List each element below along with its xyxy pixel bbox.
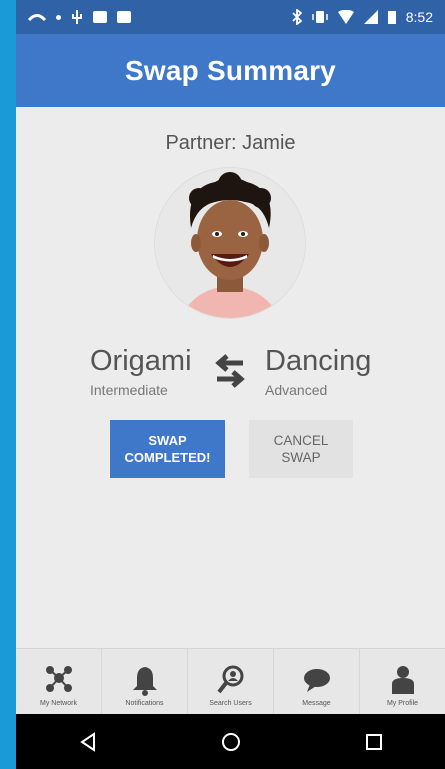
wifi-icon xyxy=(337,10,354,24)
nav-label-my-network: My Network xyxy=(40,700,77,707)
nav-item-my-network[interactable]: My Network xyxy=(16,649,102,715)
offered-skill-name: Origami xyxy=(90,345,192,377)
missed-call-icon xyxy=(28,14,46,22)
swap-arrows-icon xyxy=(215,354,245,388)
avatar xyxy=(155,168,305,318)
swap-completed-label: SWAP COMPLETED! xyxy=(125,432,211,466)
nav-item-my-profile[interactable]: My Profile xyxy=(360,649,445,715)
home-icon xyxy=(221,732,240,751)
nav-label-notifications: Notifications xyxy=(125,700,164,707)
back-icon xyxy=(79,731,95,752)
nav-label-search-users: Search Users xyxy=(209,700,252,707)
requested-skill-level: Advanced xyxy=(265,382,328,398)
nav-item-notifications[interactable]: Notifications xyxy=(102,649,188,715)
nav-item-message[interactable]: Message xyxy=(274,649,360,715)
bottom-nav: My Network Notifications Search Users Me… xyxy=(16,648,445,715)
search-users-icon xyxy=(216,665,243,694)
dot-icon xyxy=(56,14,61,20)
network-icon xyxy=(45,666,72,692)
battery-icon xyxy=(387,11,396,24)
recents-button[interactable] xyxy=(360,728,388,756)
offered-skill: Origami Intermediate xyxy=(90,344,192,398)
offered-skill-level: Intermediate xyxy=(90,382,168,398)
vibrate-icon xyxy=(312,11,328,23)
phone-screen: 8:52 Swap Summary Partner: Jamie Origami… xyxy=(16,0,445,769)
usb-icon xyxy=(72,10,82,24)
nav-label-my-profile: My Profile xyxy=(386,700,419,707)
status-right: 8:52 xyxy=(292,9,433,25)
cancel-swap-line1: CANCEL xyxy=(273,433,329,448)
status-time: 8:52 xyxy=(405,9,433,25)
page-title: Swap Summary xyxy=(125,54,336,86)
signal-icon xyxy=(363,10,378,24)
requested-skill-name: Dancing xyxy=(265,345,372,377)
recents-icon xyxy=(365,733,382,750)
home-button[interactable] xyxy=(217,728,245,756)
profile-icon xyxy=(391,666,414,694)
partner-label: Partner: Jamie xyxy=(165,132,296,154)
status-bar: 8:52 xyxy=(16,0,445,34)
status-left xyxy=(28,9,131,25)
swap-completed-line2: COMPLETED! xyxy=(124,450,211,465)
message-icon xyxy=(303,669,330,692)
app-bar: Swap Summary xyxy=(16,34,445,107)
cancel-swap-label: CANCEL SWAP xyxy=(274,432,329,466)
bell-icon xyxy=(132,667,157,696)
nav-label-message: Message xyxy=(302,700,331,707)
swap-completed-button[interactable]: SWAP COMPLETED! xyxy=(110,420,225,478)
image-icon xyxy=(93,11,107,23)
cancel-swap-line2: SWAP xyxy=(281,450,321,465)
partner-photo xyxy=(155,168,305,318)
system-nav-bar xyxy=(16,714,445,769)
bluetooth-icon xyxy=(292,9,302,25)
gallery-icon xyxy=(117,11,131,23)
cancel-swap-button[interactable]: CANCEL SWAP xyxy=(249,420,353,478)
requested-skill: Dancing Advanced xyxy=(265,344,371,398)
nav-item-search-users[interactable]: Search Users xyxy=(188,649,274,715)
back-button[interactable] xyxy=(74,728,102,756)
swap-completed-line1: SWAP xyxy=(148,433,187,448)
